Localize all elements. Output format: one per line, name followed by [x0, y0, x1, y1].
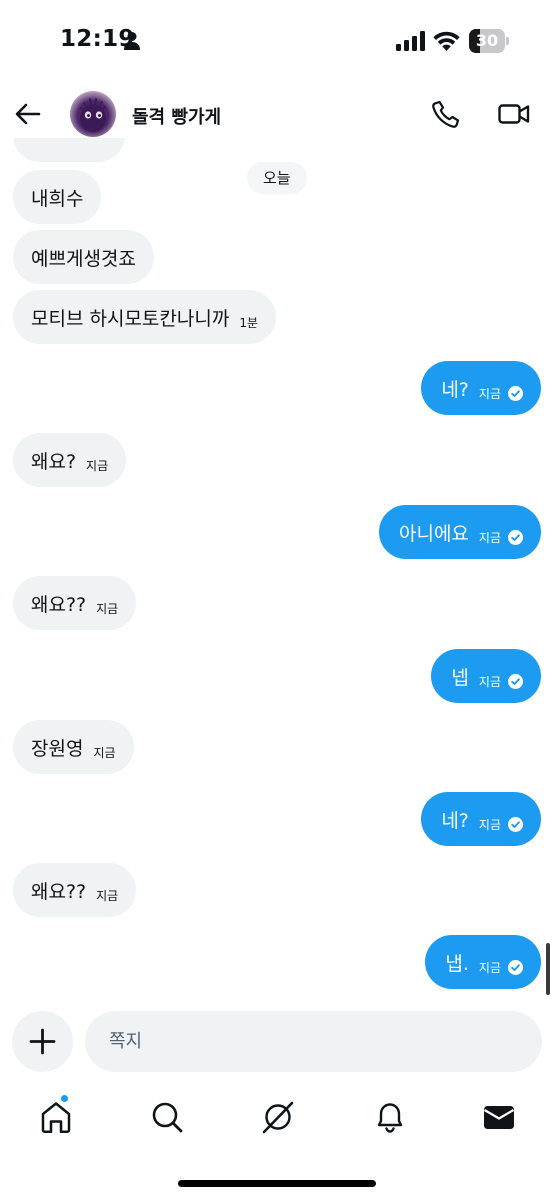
sent-message-bubble[interactable]: 냅. 지금 [425, 935, 541, 989]
bottom-navigation [0, 1085, 554, 1149]
message-timestamp: 지금 [478, 530, 501, 545]
message-text: 모티브 하시모토칸나니까 [31, 307, 230, 330]
message-text: 내희수 [31, 187, 84, 210]
received-message-bubble[interactable]: 내희수 [13, 170, 102, 224]
avatar[interactable] [70, 91, 116, 137]
sent-message-bubble[interactable]: 넵 지금 [431, 649, 541, 703]
signal-icon [396, 31, 425, 51]
message-text: 네? [441, 809, 469, 832]
person-icon [124, 32, 140, 50]
wifi-icon [433, 31, 460, 51]
message-timestamp: 지금 [93, 745, 116, 760]
message-input[interactable] [85, 1011, 542, 1072]
message-text: 넵 [451, 666, 469, 689]
message-text: 네? [441, 378, 469, 401]
received-message-bubble[interactable]: 예쁘게생겻죠 [13, 230, 154, 284]
message-timestamp: 지금 [96, 888, 119, 903]
message-list[interactable]: 오늘 내희수 예쁘게생겻죠 모티브 하시모토칸나니까 1분 네? 지금 왜요? 지금 아니에요 지… [0, 138, 554, 1004]
received-message-bubble[interactable]: 왜요?? 지금 [13, 576, 137, 630]
received-message-bubble[interactable]: 장원영 지금 [13, 720, 134, 774]
message-text: 냅. [445, 952, 469, 975]
message-timestamp: 지금 [478, 960, 501, 975]
video-camera-icon[interactable] [497, 98, 531, 130]
message-timestamp: 지금 [478, 674, 501, 689]
battery-level: 30 [475, 31, 499, 50]
check-circle-icon [508, 385, 523, 401]
sent-message-bubble[interactable]: 네? 지금 [421, 361, 541, 415]
check-circle-icon [508, 816, 523, 832]
message-timestamp: 지금 [478, 386, 501, 401]
date-separator: 오늘 [247, 162, 307, 194]
sent-message-bubble[interactable]: 네? 지금 [421, 792, 541, 846]
search-icon[interactable] [147, 1097, 187, 1137]
sent-message-bubble[interactable]: 아니에요 지금 [378, 505, 541, 559]
conversation-header: 돌격 빵가게 [0, 84, 554, 146]
message-text: 장원영 [31, 737, 84, 760]
phone-icon[interactable] [430, 98, 462, 130]
message-text: 왜요?? [31, 593, 87, 616]
scrollbar[interactable] [546, 943, 550, 995]
add-attachment-button[interactable] [12, 1011, 73, 1072]
home-icon[interactable] [36, 1097, 76, 1137]
status-bar: 12:19 30 [0, 0, 554, 84]
message-text: 아니에요 [398, 522, 469, 545]
home-unread-dot [60, 1094, 69, 1103]
battery-indicator: 30 [469, 29, 509, 53]
received-message-bubble[interactable]: 왜요?? 지금 [13, 863, 137, 917]
grok-icon[interactable] [258, 1097, 298, 1137]
message-text: 왜요? [31, 450, 77, 473]
received-message-bubble[interactable]: 모티브 하시모토칸나니까 1분 [13, 290, 277, 344]
message-bubble-partial [13, 138, 125, 162]
message-text: 예쁘게생겻죠 [31, 247, 136, 270]
check-circle-icon [508, 673, 523, 689]
check-circle-icon [508, 529, 523, 545]
conversation-name[interactable]: 돌격 빵가게 [132, 103, 221, 129]
home-indicator [178, 1180, 376, 1187]
received-message-bubble[interactable]: 왜요? 지금 [13, 433, 127, 487]
message-timestamp: 지금 [86, 458, 109, 473]
message-timestamp: 1분 [239, 315, 259, 330]
message-text: 왜요?? [31, 880, 87, 903]
message-timestamp: 지금 [478, 817, 501, 832]
message-timestamp: 지금 [96, 601, 119, 616]
messages-envelope-icon[interactable] [479, 1097, 519, 1137]
notifications-bell-icon[interactable] [370, 1097, 410, 1137]
check-circle-icon [508, 959, 523, 975]
plus-icon [29, 1028, 56, 1055]
arrow-left-icon[interactable] [10, 96, 46, 132]
